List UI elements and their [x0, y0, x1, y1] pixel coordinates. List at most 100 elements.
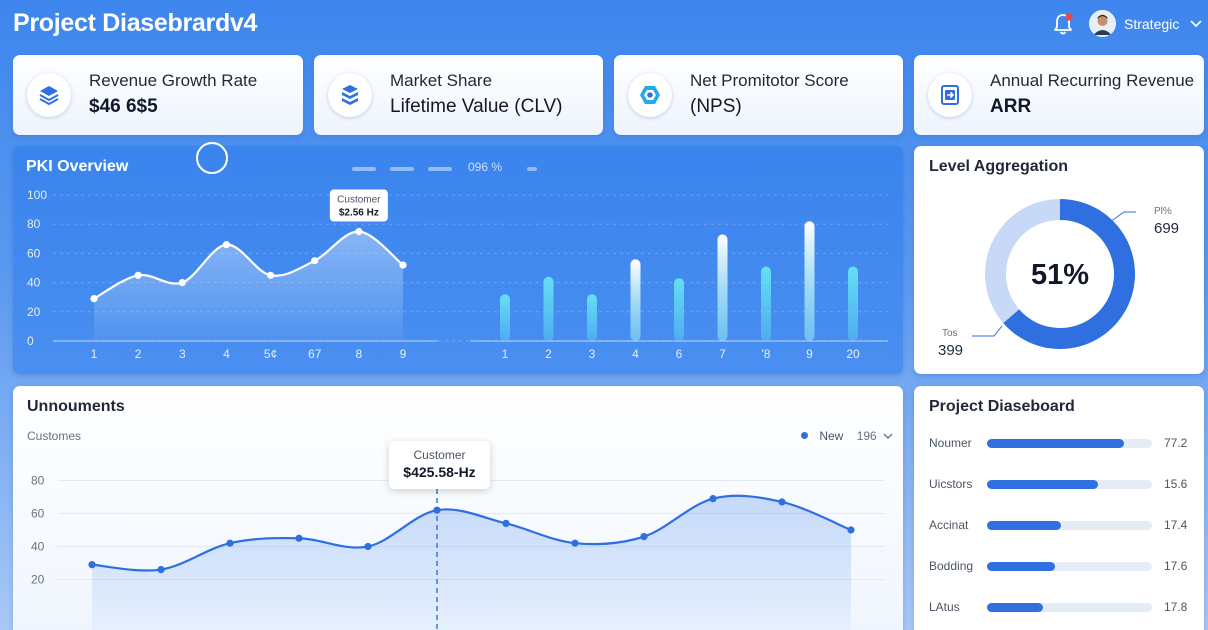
- bar: [500, 294, 510, 341]
- bar: [804, 221, 815, 341]
- x-tick-label: 5¢: [264, 347, 277, 361]
- level-aggregation-panel: Level Aggregation 51% Pl% 699 Tos 399: [914, 146, 1204, 374]
- progress-label: Noumer: [929, 436, 972, 450]
- x-tick-label: '8: [762, 347, 771, 361]
- unnouments-panel: 80 60 40 20 Unnouments Customes New 196 Cus…: [13, 386, 903, 630]
- donut-center-value: 51%: [1031, 259, 1089, 291]
- x-tick-label: 67: [308, 347, 322, 361]
- area-fill: [92, 495, 851, 630]
- user-name[interactable]: Strategic: [1124, 16, 1179, 32]
- x-tick-label: 9: [400, 347, 407, 361]
- stack-layers-icon: [27, 73, 71, 117]
- progress-label: Bodding: [929, 559, 974, 573]
- pki-overview-panel: 100 80 60 40 20 0 1 2 3 4 5¢ 67 8 9 Customer $2.56 Hz 1 2…: [13, 142, 903, 374]
- pki-overview-chart: 1008060402001 2 3 4 5¢ 67 8 9Customer$2.56 Hz1 2…: [27, 188, 888, 361]
- chart-tooltip: Customer $425.58-Hz: [389, 441, 490, 489]
- bar: [848, 266, 858, 341]
- bar: [543, 276, 554, 341]
- data-point: [266, 271, 275, 279]
- callout-line: [1109, 211, 1136, 223]
- callout-line: [972, 325, 1003, 337]
- kpi-card-nps[interactable]: Net Promitotor Score (NPS): [614, 55, 903, 135]
- area-fill: [94, 231, 403, 341]
- kpi-card-revenue-growth[interactable]: Revenue Growth Rate $46 6$5: [13, 55, 303, 135]
- y-tick-label: 60: [27, 246, 41, 260]
- kpi-card-market-share[interactable]: Market Share Lifetime Value (CLV): [314, 55, 603, 135]
- legend-dash: [352, 167, 376, 171]
- data-point: [157, 566, 165, 574]
- x-tick-label: 8: [356, 347, 363, 361]
- x-tick-label: 3: [589, 347, 596, 361]
- axis-sublabel: Customes: [27, 429, 82, 443]
- bar: [761, 266, 771, 341]
- tooltip-label: Customer: [413, 448, 466, 462]
- tooltip-value: $2.56 Hz: [339, 208, 379, 219]
- kpi-title: Revenue Growth Rate: [89, 71, 258, 90]
- kpi-value: (NPS): [690, 96, 742, 117]
- chevron-down-icon[interactable]: [1190, 18, 1202, 28]
- legend-dash: [390, 167, 414, 171]
- unnouments-chart: 80 60 40 20: [31, 474, 885, 630]
- progress-track: [987, 480, 1152, 489]
- progress-fill: [987, 562, 1055, 571]
- bar: [587, 294, 597, 341]
- progress-track: [987, 562, 1152, 571]
- data-point: [847, 526, 855, 534]
- panel-title: Unnouments: [27, 398, 125, 415]
- x-tick-label: 7: [719, 347, 726, 361]
- data-point: [399, 261, 407, 269]
- avatar[interactable]: [1089, 10, 1116, 37]
- y-tick-label: 80: [27, 217, 41, 231]
- kpi-title: Net Promitotor Score: [690, 71, 849, 90]
- data-point: [178, 279, 186, 287]
- data-point: [311, 257, 319, 265]
- app-title: Project Diasebrardv4: [13, 9, 258, 37]
- progress-value: 17.4: [1164, 518, 1188, 532]
- kpi-value: $46 6$5: [89, 96, 158, 117]
- square-arrow-icon: [928, 73, 972, 117]
- progress-fill: [987, 603, 1044, 612]
- kpi-value: Lifetime Value (CLV): [390, 96, 563, 117]
- y-tick-label: 100: [27, 188, 47, 202]
- bar: [630, 259, 641, 341]
- progress-row: Noumer 77.2: [914, 434, 1204, 454]
- callout-value: 699: [1154, 220, 1179, 237]
- project-diaseboard-panel: Project Diaseboard Noumer 77.2 Uicstors …: [914, 386, 1204, 630]
- tooltip-label: Customer: [337, 195, 381, 206]
- kpi-card-arr[interactable]: Annual Recurring Revenue ARR: [914, 55, 1204, 135]
- x-tick-label: 4: [632, 347, 639, 361]
- progress-value: 15.6: [1164, 477, 1188, 491]
- progress-label: Uicstors: [929, 477, 973, 491]
- legend-dot: [801, 432, 808, 439]
- data-point: [502, 519, 510, 527]
- callout-label: Tos: [942, 328, 958, 339]
- y-tick-label: 0: [27, 334, 34, 348]
- data-point: [295, 534, 303, 542]
- bell-icon[interactable]: [1052, 12, 1074, 36]
- data-point: [90, 295, 98, 303]
- progress-label: LAtus: [929, 600, 960, 614]
- progress-value: 17.8: [1164, 600, 1188, 614]
- y-tick-label: 40: [27, 276, 41, 290]
- kpi-title: Annual Recurring Revenue: [990, 71, 1195, 90]
- y-tick-label: 80: [31, 474, 45, 488]
- data-point: [134, 271, 142, 279]
- tooltip-value: $425.58-Hz: [403, 464, 476, 480]
- x-tick-label: 2: [135, 347, 142, 361]
- cursor-ring: [196, 142, 228, 174]
- y-tick-label: 20: [31, 573, 45, 587]
- legend-label: New: [819, 429, 844, 443]
- x-tick-label: 20: [846, 347, 860, 361]
- progress-value: 77.2: [1164, 436, 1188, 450]
- legend-select-value[interactable]: 196: [857, 429, 877, 443]
- progress-row: Accinat 17.4: [914, 516, 1204, 536]
- chevron-down-icon[interactable]: [883, 432, 893, 440]
- callout-label: Pl%: [1154, 206, 1172, 217]
- legend-dash: [527, 167, 537, 171]
- stack-cube-icon: [328, 73, 372, 117]
- x-tick-label: 3: [179, 347, 186, 361]
- top-bar: Project Diasebrardv4 Strategic: [0, 0, 1208, 48]
- data-point: [709, 495, 717, 503]
- data-point: [571, 539, 579, 547]
- legend-filter[interactable]: New 196: [801, 429, 893, 443]
